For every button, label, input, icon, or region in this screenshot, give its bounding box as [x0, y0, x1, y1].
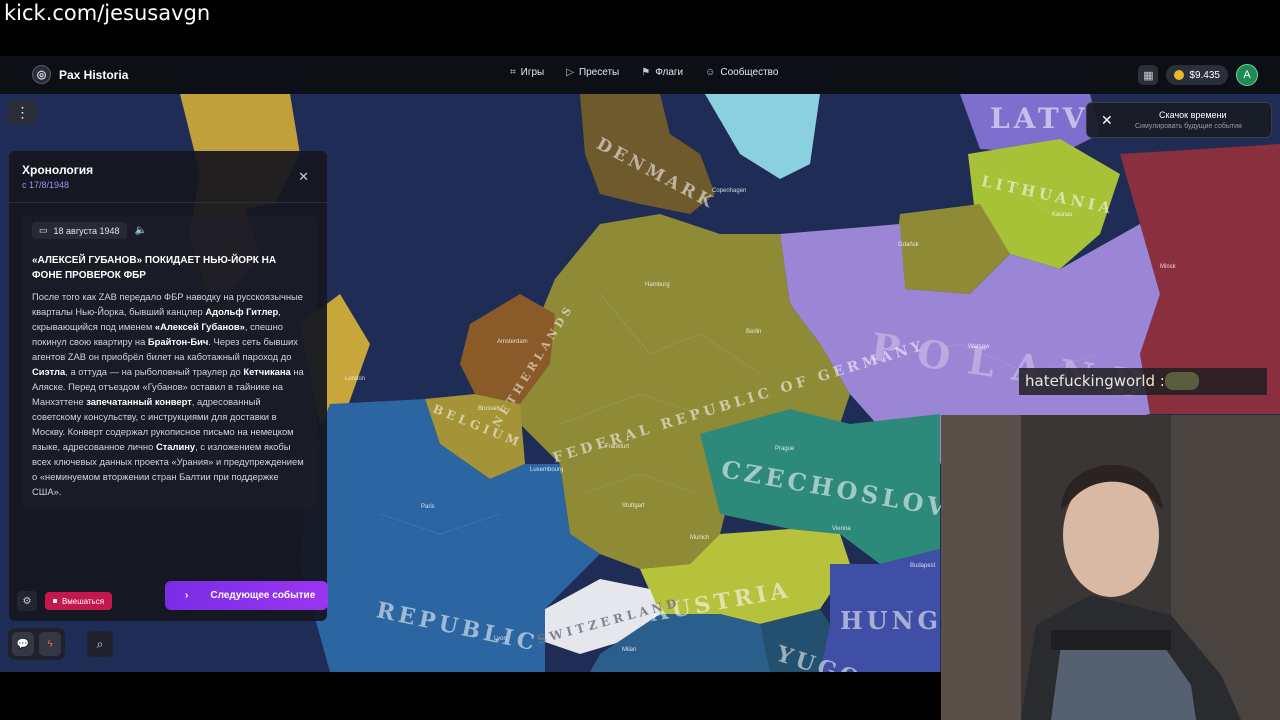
nav-presets-label: Пресеты — [578, 67, 620, 78]
event-card: ▭ 18 августа 1948 🔈 «АЛЕКСЕЙ ГУБАНОВ» ПОКИ… — [22, 216, 317, 508]
coin-icon — [1174, 70, 1185, 80]
event-body-text: , а оттуда — на рыболовный траулер до — [65, 366, 244, 377]
event-date-chip: ▭ 18 августа 1948 — [32, 222, 127, 239]
nav-community-label: Сообщество — [720, 67, 779, 78]
users-icon: ☺ — [705, 67, 716, 78]
nav-games-label: Игры — [520, 67, 545, 78]
city-marker[interactable]: Lyon — [494, 636, 507, 642]
main-nav: ⌗ Игры ▷ Пресеты ⚑ Флаги ☺ Сообщество — [510, 67, 778, 78]
tool-group: 💬 ϟ — [8, 628, 65, 660]
event-body-emphasis: запечатанный конверт — [86, 396, 192, 407]
search-icon[interactable]: ⌕ — [87, 631, 113, 657]
speaker-icon[interactable]: 🔈 — [135, 225, 147, 236]
event-body-emphasis: «Алексей Губанов» — [154, 321, 245, 332]
event-body-emphasis: Сиэтла — [32, 366, 66, 377]
nav-flags[interactable]: ⚑ Флаги — [641, 67, 683, 78]
city-marker[interactable]: Berlin — [746, 329, 761, 335]
event-body-emphasis: Сталину — [155, 441, 196, 452]
city-marker[interactable]: Warsaw — [968, 344, 989, 350]
timeline-panel: Хронология с 17/8/1948 ✕ ▭ 18 августа 194… — [9, 151, 328, 621]
chat-bubble-icon[interactable]: 💬 — [12, 632, 34, 656]
gift-icon[interactable]: ▦ — [1138, 65, 1159, 85]
panel-footer-left: ⚙ Вмешаться — [17, 591, 113, 611]
city-marker[interactable]: Kaunas — [1052, 212, 1072, 218]
settings-gear-icon[interactable]: ⚙ — [17, 591, 37, 611]
intervene-label: Вмешаться — [62, 596, 105, 606]
stream-watermark: kick.com/jesusavgn — [0, 0, 1280, 56]
nav-flags-label: Флаги — [655, 67, 684, 78]
top-navbar: ◎ Pax Historia ⌗ Игры ▷ Пресеты ⚑ Флаги ☺ Со… — [0, 56, 1280, 94]
city-marker[interactable]: Stuttgart — [622, 503, 645, 509]
timeline-header: Хронология с 17/8/1948 ✕ — [9, 151, 327, 203]
account-area: ▦ $9.435 A — [1138, 64, 1258, 86]
event-body-emphasis: Кетчикана — [243, 366, 291, 377]
city-marker[interactable]: Luxembourg — [530, 467, 563, 473]
app-logo[interactable]: ◎ Pax Historia — [32, 65, 128, 84]
intervene-button[interactable]: Вмешаться — [45, 592, 113, 610]
nav-presets[interactable]: ▷ Пресеты — [566, 67, 619, 78]
stop-icon — [53, 599, 57, 603]
city-marker[interactable]: Minsk — [1160, 264, 1176, 270]
kebab-menu-icon[interactable]: ⋮ — [8, 100, 37, 125]
app-title: Pax Historia — [59, 67, 129, 82]
city-marker[interactable]: Munich — [690, 535, 709, 541]
timeline-title: Хронология — [22, 163, 94, 177]
webcam-feed — [941, 415, 1280, 720]
timeline-subtitle: с 17/8/1948 — [22, 180, 70, 190]
webcam-image — [941, 415, 1280, 720]
chat-emote — [1165, 372, 1199, 390]
city-marker[interactable]: Gdańsk — [898, 242, 919, 248]
gamepad-icon: ⌗ — [510, 67, 516, 78]
city-marker[interactable]: Hamburg — [645, 282, 670, 288]
time-skip-title: Скачок времени — [1159, 110, 1227, 120]
country-label-latvia: LATV — [990, 102, 1089, 135]
city-marker[interactable]: Milan — [622, 647, 636, 653]
event-body-emphasis: Брайтон-Бич — [147, 336, 209, 347]
flag-icon: ⚑ — [641, 67, 651, 78]
country-label-hungary: HUNG — [840, 606, 943, 635]
balance-button[interactable]: $9.435 — [1166, 65, 1228, 85]
globe-icon: ◎ — [32, 65, 51, 84]
calendar-icon: ▭ — [39, 225, 48, 235]
play-icon: ▷ — [566, 67, 574, 78]
city-marker[interactable]: Prague — [775, 446, 794, 452]
screen: kick.com/jesusavgn DENMARK LITHUANIA LAT… — [0, 0, 1280, 720]
time-skip-toast[interactable]: ✕ Скачок времени Симулировать будущие со… — [1086, 102, 1272, 138]
avatar[interactable]: A — [1236, 64, 1258, 86]
next-event-label: Следующее событие — [210, 590, 316, 601]
event-date: 18 августа 1948 — [53, 225, 120, 236]
event-headline: «АЛЕКСЕЙ ГУБАНОВ» ПОКИДАЕТ НЬЮ-ЙОРК НА Ф… — [32, 255, 277, 281]
city-marker[interactable]: Amsterdam — [497, 339, 528, 345]
city-marker[interactable]: Budapest — [910, 563, 935, 569]
bottom-toolbar: 💬 ϟ ⌕ — [8, 628, 113, 660]
lightning-icon[interactable]: ϟ — [39, 632, 61, 656]
city-marker[interactable]: Brussels — [478, 406, 501, 412]
letterbox-bar — [0, 672, 941, 720]
nav-community[interactable]: ☺ Сообщество — [705, 67, 778, 78]
city-marker[interactable]: Frankfurt — [605, 444, 629, 450]
city-marker[interactable]: Vienna — [832, 526, 851, 532]
chevron-right-icon: › — [185, 590, 189, 601]
close-icon[interactable]: ✕ — [298, 169, 309, 185]
balance-value: $9.435 — [1189, 69, 1220, 81]
city-marker[interactable]: Paris — [421, 504, 435, 510]
nav-games[interactable]: ⌗ Игры — [510, 67, 544, 78]
close-icon[interactable]: ✕ — [1101, 112, 1113, 129]
event-body: После того как ZAB передало ФБР наводку … — [32, 289, 307, 499]
stream-chat-message: hatefuckingworld : — [1019, 368, 1267, 395]
chat-username: hatefuckingworld : — [1025, 372, 1165, 390]
event-body-emphasis: Адольф Гитлер — [205, 306, 279, 317]
city-marker[interactable]: Copenhagen — [712, 188, 746, 194]
next-event-button[interactable]: › Следующее событие — [165, 581, 328, 610]
time-skip-subtitle: Симулировать будущие события — [1135, 123, 1242, 130]
city-marker[interactable]: London — [345, 376, 365, 382]
